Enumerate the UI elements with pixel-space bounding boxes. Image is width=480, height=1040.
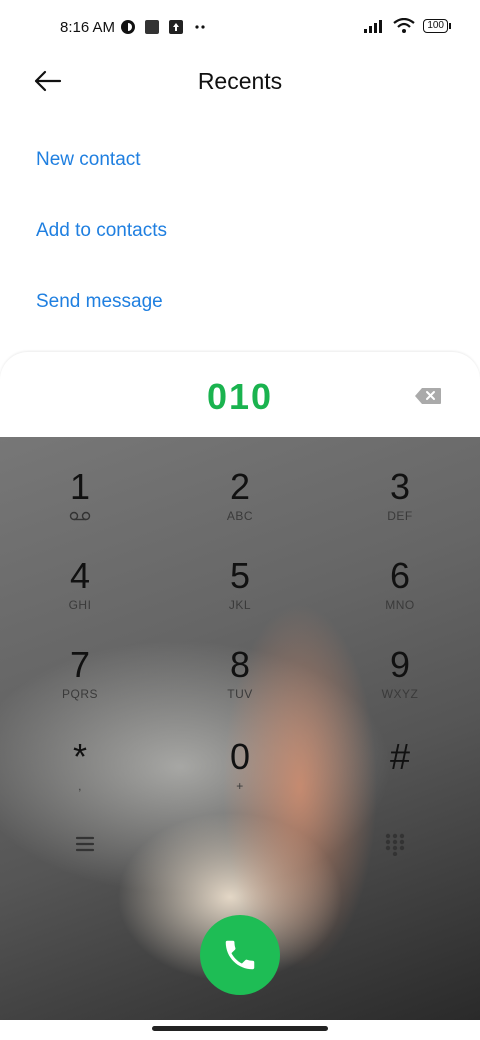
key-letters: GHI [68,598,92,612]
dialed-number: 010 [206,376,274,417]
key-letters: MNO [385,598,415,612]
key-0[interactable]: 0 + [190,707,290,794]
menu-icon[interactable] [72,834,98,854]
key-digit: 6 [389,555,411,596]
send-message-link[interactable]: Send message [36,291,163,313]
key-9[interactable]: 9 WXYZ [350,615,450,702]
upload-icon [169,20,183,34]
key-8[interactable]: 8 TUV [190,615,290,702]
key-digit: 2 [229,466,251,507]
status-bar: 8:16 AM 100 [0,0,480,56]
navigation-bar [0,1020,480,1040]
key-digit: 0 [229,736,251,777]
key-4[interactable]: 4 GHI [30,526,130,613]
key-2[interactable]: 2 ABC [190,437,290,524]
backspace-icon[interactable] [414,387,442,405]
key-digit: 9 [389,644,411,685]
dial-panel: 010 [0,352,480,438]
key-digit: * [72,736,87,777]
call-button[interactable] [200,915,280,995]
key-letters: , [78,779,82,793]
key-letters: TUV [227,687,253,701]
key-letters: + [236,779,244,793]
more-notifications-icon [195,25,205,29]
key-letters: WXYZ [381,687,419,701]
system-icons: 100 [363,18,451,34]
add-to-contacts-link[interactable]: Add to contacts [36,220,167,242]
key-digit: # [389,736,411,777]
page-title: Recents [197,68,283,94]
dialpad-grid-icon[interactable] [384,832,406,856]
key-star[interactable]: * , [30,707,130,794]
wifi-icon [393,18,415,33]
home-gesture-handle[interactable] [152,1026,328,1031]
key-digit: 1 [69,466,91,507]
key-letters: ABC [226,509,254,523]
notification-icons [120,19,208,35]
key-digit: 5 [229,555,251,596]
vpn-icon [121,20,135,34]
key-7[interactable]: 7 PQRS [30,615,130,702]
key-letters: PQRS [61,687,98,701]
phone-icon [225,940,255,970]
key-letters: JKL [228,598,252,612]
key-digit: 4 [69,555,91,596]
key-digit: 7 [69,644,91,685]
key-hash[interactable]: # [350,707,450,787]
battery-indicator: 100 [423,19,451,33]
status-time: 8:16 AM [60,19,116,36]
key-digit: 8 [229,644,251,685]
new-contact-link[interactable]: New contact [36,149,141,171]
key-digit: 3 [389,466,411,507]
signal-icon [364,20,383,33]
key-letters: DEF [387,509,413,523]
key-1[interactable]: 1 [30,437,130,521]
voicemail-icon [69,511,91,521]
header: Recents [0,56,480,108]
key-3[interactable]: 3 DEF [350,437,450,524]
key-5[interactable]: 5 JKL [190,526,290,613]
key-6[interactable]: 6 MNO [350,526,450,613]
app-notification-icon [145,20,159,34]
keypad: 1 2 ABC 3 DEF 4 GHI 5 JKL 6 MNO 7 PQRS 8… [0,437,480,1020]
